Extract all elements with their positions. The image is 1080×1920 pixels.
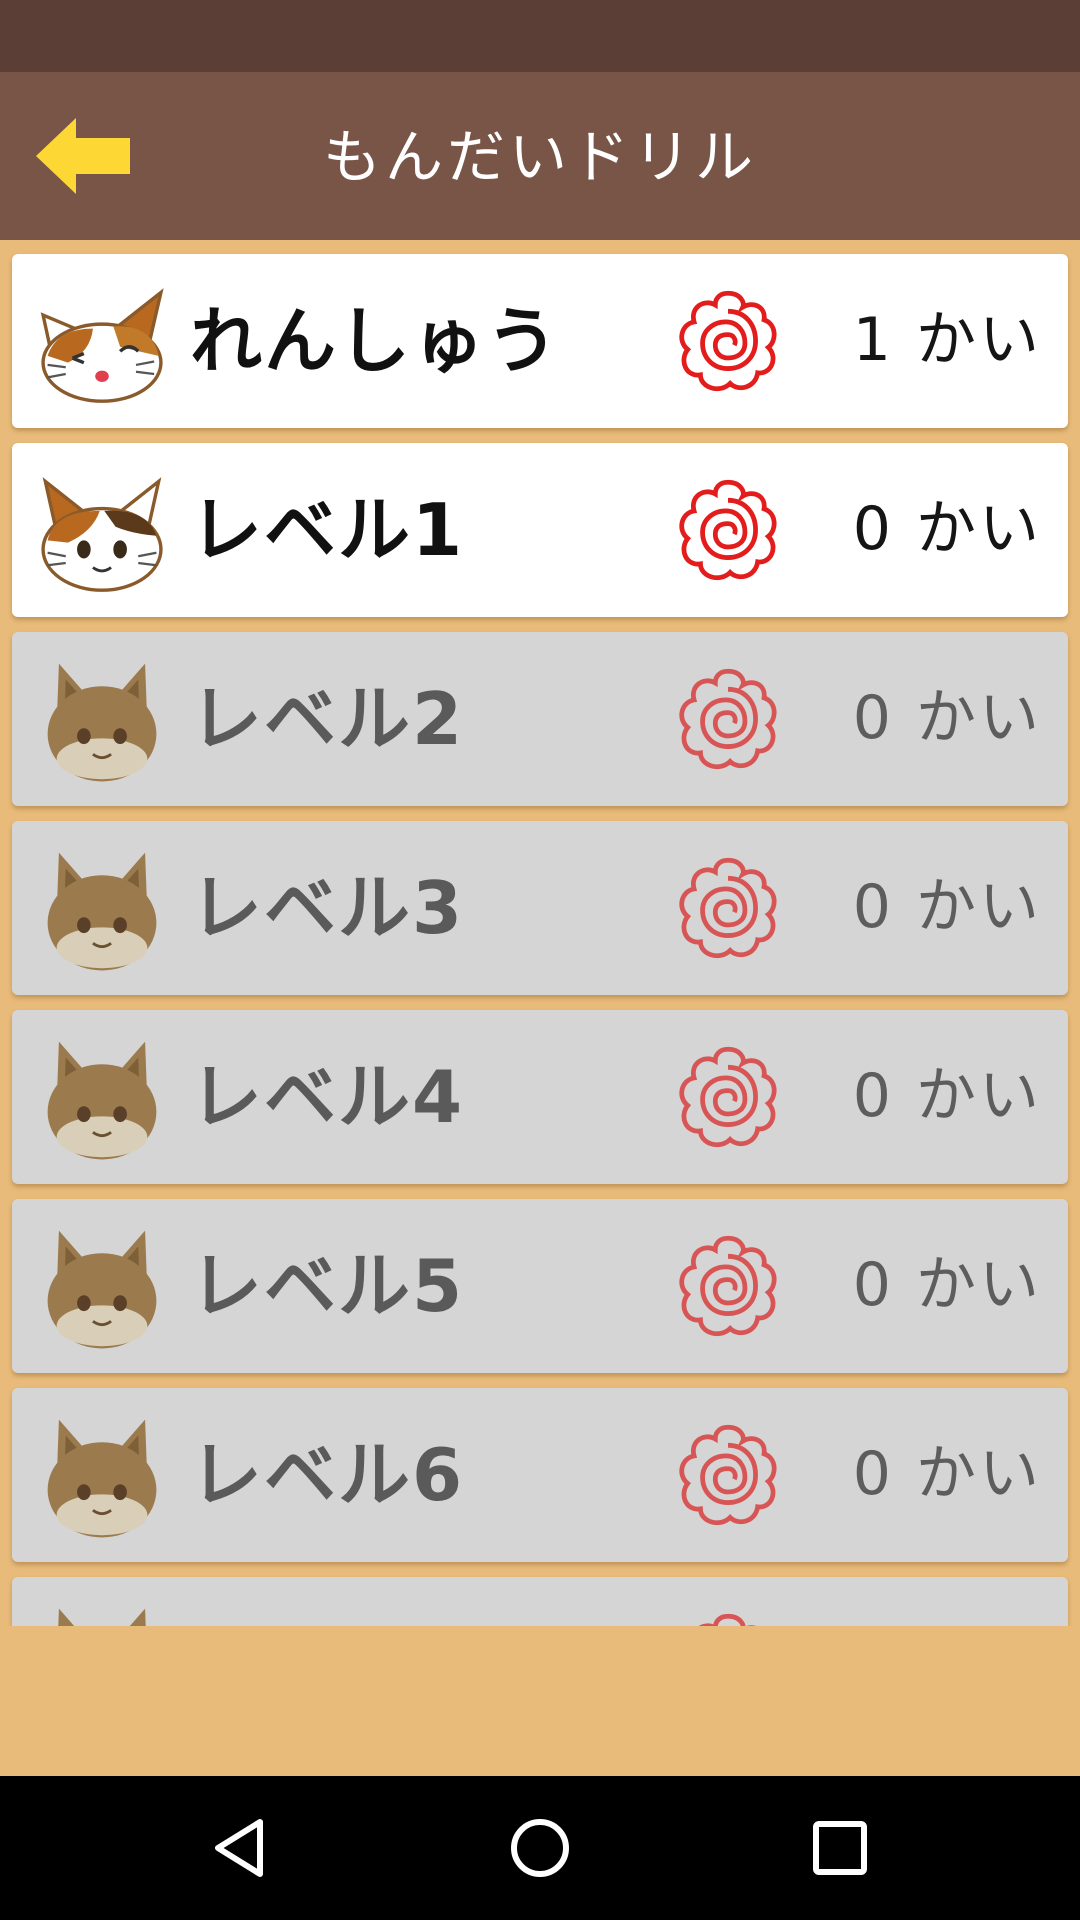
list-item-level-7-partial[interactable]: [12, 1577, 1068, 1626]
list-item-level-4[interactable]: レベル4 0 かい: [12, 1010, 1068, 1184]
brown-cat-icon: [47, 663, 157, 782]
navigation-bar: [0, 1776, 1080, 1920]
play-count: 0 かい: [852, 1061, 1042, 1131]
row-label: レベル4: [190, 1055, 465, 1139]
list-item-level-3[interactable]: レベル3 0 かい: [12, 821, 1068, 995]
red-rose-icon: [679, 1235, 777, 1337]
red-rose-icon: [679, 857, 777, 959]
red-rose-icon: [679, 290, 777, 392]
play-count: 0 かい: [852, 872, 1042, 942]
calico-cat-icon: [41, 477, 163, 592]
list-item-level-2[interactable]: レベル2 0 かい: [12, 632, 1068, 806]
red-rose-icon: [698, 1613, 757, 1626]
play-count: 0 かい: [852, 683, 1042, 753]
brown-cat-icon: [47, 852, 157, 971]
list-item-practice[interactable]: れんしゅう 1 かい: [12, 254, 1068, 428]
level-list[interactable]: れんしゅう 1 かい レベル1 0 かい レベル2 0 かい レベル3 0 かい…: [0, 240, 1080, 1626]
row-label: れんしゅう: [190, 299, 561, 383]
play-count: 0 かい: [852, 1439, 1042, 1509]
list-item-level-6[interactable]: レベル6 0 かい: [12, 1388, 1068, 1562]
play-count: 1 かい: [852, 305, 1042, 375]
brown-cat-icon: [47, 1041, 157, 1160]
red-rose-icon: [679, 479, 777, 581]
nav-recents-button[interactable]: [790, 1798, 890, 1898]
red-rose-icon: [679, 668, 777, 770]
calico-cat-wink-icon: [40, 288, 164, 403]
page-title: もんだいドリル: [322, 123, 757, 191]
red-rose-icon: [679, 1424, 777, 1526]
brown-cat-icon: [47, 1419, 157, 1538]
play-count: 0 かい: [852, 1250, 1042, 1320]
circle-home-icon: [511, 1819, 569, 1877]
brown-cat-icon: [58, 1608, 146, 1626]
app-bar: もんだいドリル: [0, 72, 1080, 240]
list-item-level-5[interactable]: レベル5 0 かい: [12, 1199, 1068, 1373]
row-label: レベル1: [190, 488, 465, 572]
square-recents-icon: [813, 1821, 867, 1875]
nav-back-button[interactable]: [190, 1798, 290, 1898]
row-label: レベル3: [190, 866, 465, 950]
play-count: 0 かい: [852, 494, 1042, 564]
status-bar: [0, 0, 1080, 72]
triangle-back-icon: [215, 1819, 263, 1877]
list-item-level-1[interactable]: レベル1 0 かい: [12, 443, 1068, 617]
row-label: レベル5: [190, 1244, 465, 1328]
row-label: レベル2: [190, 677, 465, 761]
nav-home-button[interactable]: [490, 1798, 590, 1898]
red-rose-icon: [679, 1046, 777, 1148]
brown-cat-icon: [47, 1230, 157, 1349]
row-label: レベル6: [190, 1433, 465, 1517]
